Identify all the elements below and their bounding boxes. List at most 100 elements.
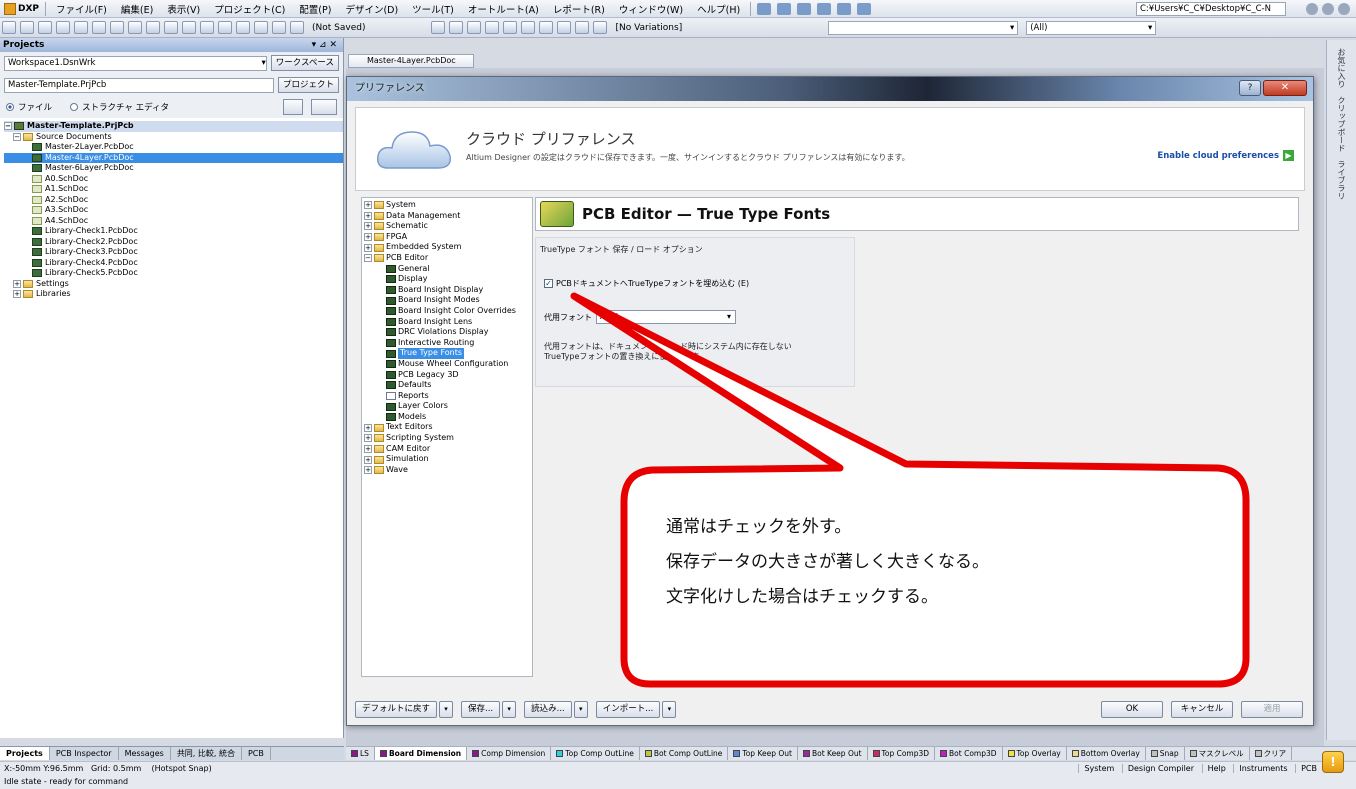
expand-icon[interactable]: + — [364, 444, 372, 453]
expand-icon[interactable]: + — [364, 222, 372, 231]
pref-tree-item[interactable]: Defaults — [362, 380, 532, 391]
forward-icon[interactable] — [1322, 3, 1334, 15]
expand-icon[interactable]: + — [364, 455, 372, 464]
pref-tree-item[interactable]: + Text Editors — [362, 422, 532, 433]
layer-tab[interactable]: Top Comp3D — [868, 747, 936, 760]
save-icon[interactable] — [38, 21, 52, 34]
layer-tab[interactable]: Top Comp OutLine — [551, 747, 640, 760]
pref-tree-item[interactable]: + Scripting System — [362, 433, 532, 444]
print-icon[interactable] — [56, 21, 70, 34]
layer-tab[interactable]: Comp Dimension — [467, 747, 552, 760]
browse-icon[interactable] — [290, 21, 304, 34]
layer-tab[interactable]: Bottom Overlay — [1067, 747, 1146, 760]
project-tree-item[interactable]: − Source Documents — [4, 132, 343, 143]
graph-tool-icon[interactable] — [817, 2, 832, 15]
panel-button-system[interactable]: System — [1078, 764, 1120, 773]
filter-combo-2[interactable]: (All) ▾ — [1026, 20, 1157, 35]
menu-autoroute[interactable]: オートルート(A) — [461, 2, 546, 16]
save-button[interactable]: 保存... — [461, 700, 501, 718]
project-tree-item[interactable]: Library-Check4.PcbDoc — [4, 258, 343, 269]
place-tool-icon[interactable] — [777, 2, 792, 15]
restore-defaults-button[interactable]: デフォルトに戻す — [355, 700, 438, 718]
expand-icon[interactable]: + — [364, 243, 372, 252]
save-dropdown[interactable]: ▾ — [502, 700, 517, 718]
collapse-icon[interactable]: − — [364, 254, 372, 263]
restore-defaults-dropdown[interactable]: ▾ — [439, 700, 454, 718]
panel-button-pcb[interactable]: PCB — [1295, 764, 1322, 773]
pref-tree-item[interactable]: + Schematic — [362, 221, 532, 232]
layer-tab[interactable]: Top Overlay — [1003, 747, 1067, 760]
panel-button-help[interactable]: Help — [1201, 764, 1231, 773]
expand-icon[interactable]: + — [13, 279, 21, 288]
menu-file[interactable]: ファイル(F) — [49, 2, 114, 16]
pref-tree-item[interactable]: General — [362, 264, 532, 275]
tab-pcb[interactable]: PCB — [242, 747, 271, 760]
menu-help[interactable]: ヘルプ(H) — [690, 2, 747, 16]
project-field[interactable]: Master-Template.PrjPcb — [4, 77, 274, 93]
layer-tab[interactable]: LS — [346, 747, 375, 760]
workspace-select[interactable]: Workspace1.DsnWrk ▾ — [4, 55, 267, 71]
chart-tool-icon[interactable] — [757, 2, 772, 15]
pref-tree-item[interactable]: Board Insight Modes — [362, 295, 532, 306]
deselect-icon[interactable] — [218, 21, 232, 34]
pref-tree-item[interactable]: Layer Colors — [362, 401, 532, 412]
zoom-fit-icon[interactable] — [92, 21, 106, 34]
copy-icon[interactable] — [146, 21, 160, 34]
load-dropdown[interactable]: ▾ — [573, 700, 588, 718]
view-file-radio[interactable] — [6, 103, 14, 111]
diff-pair-icon[interactable] — [449, 21, 464, 34]
variations-label[interactable]: [No Variations] — [615, 23, 682, 33]
layer-tool-icon[interactable] — [857, 2, 872, 15]
pref-tree-item[interactable]: + System — [362, 200, 532, 211]
pref-tree-item[interactable]: Board Insight Display — [362, 285, 532, 296]
layer-tab[interactable]: Bot Comp3D — [935, 747, 1003, 760]
apply-button[interactable]: 適用 — [1241, 700, 1303, 718]
menu-window[interactable]: ウィンドウ(W) — [612, 2, 690, 16]
enable-cloud-link[interactable]: Enable cloud preferences ▶ — [1157, 150, 1294, 161]
project-tree-item[interactable]: A4.SchDoc — [4, 216, 343, 227]
pref-tree-item[interactable]: Board Insight Color Overrides — [362, 306, 532, 317]
menu-view[interactable]: 表示(V) — [160, 2, 207, 16]
project-tree-item[interactable]: A1.SchDoc — [4, 184, 343, 195]
ok-button[interactable]: OK — [1101, 700, 1163, 718]
workspace-button[interactable]: ワークスペース — [270, 55, 339, 71]
move-icon[interactable] — [200, 21, 214, 34]
layer-tab[interactable]: クリア — [1250, 747, 1293, 760]
pad-icon[interactable] — [503, 21, 518, 34]
tab-projects[interactable]: Projects — [0, 747, 50, 760]
menu-project[interactable]: プロジェクト(C) — [207, 2, 292, 16]
layer-tab[interactable]: Bot Comp OutLine — [640, 747, 729, 760]
expand-icon[interactable]: + — [364, 466, 372, 475]
open-icon[interactable] — [20, 21, 34, 34]
pref-tree-item[interactable]: + Wave — [362, 465, 532, 476]
pref-tree-item[interactable]: Reports — [362, 391, 532, 402]
pref-tree-item[interactable]: Models — [362, 412, 532, 423]
via-icon[interactable] — [485, 21, 500, 34]
project-tree-item[interactable]: Library-Check2.PcbDoc — [4, 237, 343, 248]
pref-tree-item[interactable]: + FPGA — [362, 232, 532, 243]
filter-combo-1[interactable]: ▾ — [828, 20, 1019, 35]
folder-menu-icon[interactable] — [311, 99, 337, 115]
pref-tree-item[interactable]: + Simulation — [362, 454, 532, 465]
document-tab[interactable]: Master-4Layer.PcbDoc — [348, 54, 474, 68]
pref-tree-item[interactable]: Interactive Routing — [362, 338, 532, 349]
fill-icon[interactable] — [539, 21, 554, 34]
text-icon[interactable] — [575, 21, 590, 34]
pref-tree-item[interactable]: True Type Fonts — [362, 348, 532, 359]
pref-tree-item[interactable]: − PCB Editor — [362, 253, 532, 264]
project-tree-item[interactable]: Library-Check1.PcbDoc — [4, 226, 343, 237]
layer-tab[interactable]: Top Keep Out — [728, 747, 798, 760]
project-tree-item[interactable]: Master-2Layer.PcbDoc — [4, 142, 343, 153]
tab-pcb-inspector[interactable]: PCB Inspector — [50, 747, 119, 760]
pref-tree-item[interactable]: + CAM Editor — [362, 444, 532, 455]
embed-fonts-option[interactable]: ✓ PCBドキュメントへTrueTypeフォントを埋め込む (E) — [544, 278, 749, 289]
project-tree-item[interactable]: + Libraries — [4, 289, 343, 300]
menu-place[interactable]: 配置(P) — [292, 2, 338, 16]
grid-tool-icon[interactable] — [837, 2, 852, 15]
project-tree-item[interactable]: Library-Check3.PcbDoc — [4, 247, 343, 258]
layer-tab[interactable]: マスクレベル — [1185, 747, 1250, 760]
menu-edit[interactable]: 編集(E) — [114, 2, 160, 16]
project-tree-item[interactable]: A0.SchDoc — [4, 174, 343, 185]
bus-icon[interactable] — [467, 21, 482, 34]
import-button[interactable]: インポート... — [595, 700, 661, 718]
